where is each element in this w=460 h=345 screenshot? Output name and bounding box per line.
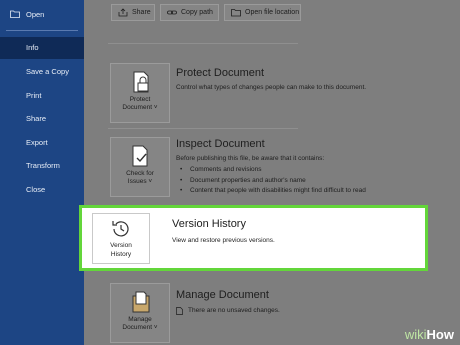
sidebar-item-transform[interactable]: Transform — [0, 155, 84, 177]
sidebar-item-print[interactable]: Print — [0, 85, 84, 107]
version-history-button-label-2: History — [110, 251, 132, 258]
sidebar-item-share[interactable]: Share — [0, 108, 84, 130]
copy-path-button[interactable]: Copy path — [160, 4, 219, 21]
open-file-location-button[interactable]: Open file location — [224, 4, 301, 21]
watermark-how: How — [426, 327, 454, 342]
share-icon — [118, 8, 128, 17]
list-item: Content that people with disabilities mi… — [176, 186, 366, 197]
sidebar-item-export[interactable]: Export — [0, 132, 84, 154]
manage-document-icon — [132, 291, 150, 313]
inspect-document-description: Before publishing this file, be aware th… — [176, 155, 325, 162]
protect-document-button[interactable]: Protect Document ˅ — [110, 63, 170, 123]
manage-document-description: There are no unsaved changes. — [188, 307, 280, 314]
sidebar-item-label: Save a Copy — [26, 67, 69, 76]
history-clock-icon — [112, 221, 129, 237]
inspect-document-list: Comments and revisions Document properti… — [176, 165, 366, 197]
sidebar-item-close[interactable]: Close — [0, 179, 84, 201]
lock-document-icon — [133, 71, 149, 93]
sidebar-item-open[interactable]: Open — [0, 4, 84, 26]
document-icon — [176, 307, 183, 315]
share-button[interactable]: Share — [111, 4, 155, 21]
version-history-title: Version History — [172, 218, 246, 230]
copy-path-label: Copy path — [181, 9, 213, 16]
backstage-sidebar: Open Info Save a Copy Print Share Export… — [0, 0, 84, 345]
list-item: Document properties and author's name — [176, 176, 366, 187]
version-history-button-label-1: Version — [110, 242, 132, 249]
version-history-description: View and restore previous versions. — [172, 237, 275, 244]
inspect-document-icon — [132, 145, 148, 167]
sidebar-item-label: Info — [26, 43, 39, 52]
version-history-button[interactable]: Version History — [92, 213, 150, 264]
folder-icon — [231, 9, 241, 17]
protect-document-description: Control what types of changes people can… — [176, 84, 367, 91]
sidebar-item-label: Export — [26, 138, 48, 147]
inspect-document-title: Inspect Document — [176, 138, 265, 150]
divider — [108, 128, 298, 129]
sidebar-item-label: Close — [26, 185, 46, 194]
sidebar-item-label: Transform — [26, 161, 60, 170]
protect-document-title: Protect Document — [176, 67, 265, 79]
wikihow-watermark: wikiHow — [405, 327, 454, 342]
link-icon — [167, 10, 177, 15]
version-history-highlight: Version History Version History View and… — [79, 205, 428, 271]
sidebar-divider — [6, 30, 78, 31]
sidebar-item-label: Open — [26, 10, 45, 19]
sidebar-item-info[interactable]: Info — [0, 37, 84, 59]
open-file-location-label: Open file location — [245, 9, 300, 16]
check-for-issues-button-label-2: Issues ˅ — [127, 178, 153, 185]
manage-document-button-label-2: Document ˅ — [122, 324, 158, 331]
protect-document-button-label-2: Document ˅ — [122, 104, 158, 111]
divider — [108, 43, 298, 44]
sidebar-item-label: Print — [26, 91, 42, 100]
sidebar-item-label: Share — [26, 114, 47, 123]
manage-document-button-label-1: Manage — [128, 316, 152, 323]
manage-document-title: Manage Document — [176, 289, 269, 301]
watermark-wiki: wiki — [404, 327, 427, 342]
list-item: Comments and revisions — [176, 165, 366, 176]
manage-document-button[interactable]: Manage Document ˅ — [110, 283, 170, 343]
share-label: Share — [132, 9, 151, 16]
folder-open-icon — [10, 10, 20, 18]
check-for-issues-button-label-1: Check for — [126, 170, 154, 177]
protect-document-button-label-1: Protect — [129, 96, 151, 103]
sidebar-item-save-a-copy[interactable]: Save a Copy — [0, 61, 84, 83]
check-for-issues-button[interactable]: Check for Issues ˅ — [110, 137, 170, 197]
